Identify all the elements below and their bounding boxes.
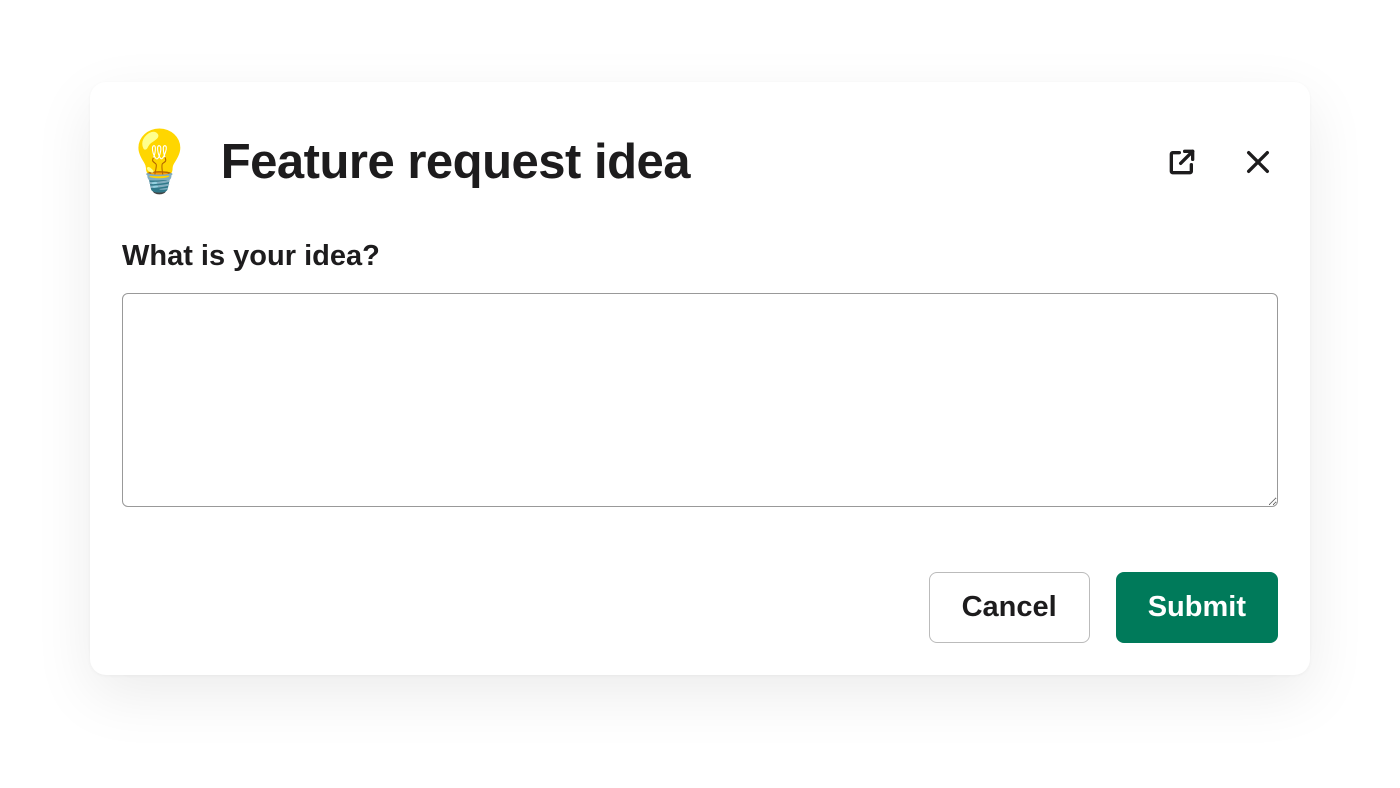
header-actions	[1162, 142, 1278, 182]
open-external-button[interactable]	[1162, 142, 1202, 182]
external-link-icon	[1166, 146, 1198, 178]
idea-label: What is your idea?	[122, 240, 1278, 273]
submit-button[interactable]: Submit	[1116, 572, 1278, 643]
modal-title: Feature request idea	[221, 134, 1138, 190]
modal-header: 💡 Feature request idea	[122, 132, 1278, 192]
close-icon	[1242, 146, 1274, 178]
idea-input[interactable]	[122, 293, 1278, 507]
close-button[interactable]	[1238, 142, 1278, 182]
modal-footer: Cancel Submit	[122, 572, 1278, 643]
cancel-button[interactable]: Cancel	[929, 572, 1090, 643]
feature-request-modal: 💡 Feature request idea What is your idea…	[90, 82, 1310, 675]
lightbulb-icon: 💡	[122, 132, 197, 192]
